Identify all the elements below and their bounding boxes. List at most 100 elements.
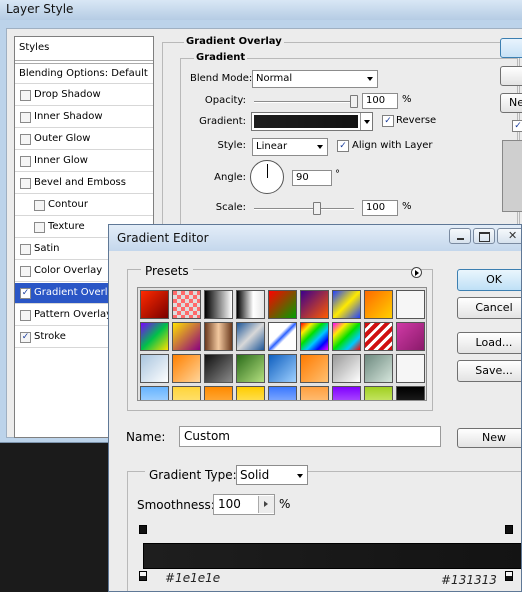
checkbox[interactable] <box>34 222 45 233</box>
opacity-slider-thumb[interactable] <box>350 95 358 108</box>
checkbox[interactable] <box>20 156 31 167</box>
angle-dial[interactable] <box>250 160 284 194</box>
new-style-label: Ne <box>509 96 522 109</box>
angle-input[interactable]: 90 <box>292 170 332 186</box>
color-stop-left[interactable] <box>139 571 147 581</box>
preset-swatch[interactable] <box>204 386 233 400</box>
preset-swatch[interactable] <box>396 386 425 400</box>
cancel-button[interactable]: Cancel <box>457 297 521 319</box>
preset-swatch[interactable] <box>140 386 169 400</box>
scale-slider[interactable] <box>254 208 354 210</box>
preset-swatch[interactable] <box>268 290 297 319</box>
color-stop-right[interactable] <box>505 571 513 581</box>
preset-swatch[interactable] <box>140 290 169 319</box>
preset-swatch[interactable] <box>236 322 265 351</box>
opacity-stop-right[interactable] <box>505 525 513 534</box>
preset-swatch[interactable] <box>300 290 329 319</box>
new-style-button[interactable]: Ne <box>500 93 522 113</box>
preset-swatch[interactable] <box>204 354 233 383</box>
preset-swatch[interactable] <box>140 322 169 351</box>
preset-swatch[interactable] <box>396 290 425 319</box>
preset-swatch[interactable] <box>300 354 329 383</box>
checkbox[interactable] <box>20 244 31 255</box>
preset-swatch[interactable] <box>364 322 393 351</box>
checkbox[interactable] <box>20 90 31 101</box>
cancel-button[interactable] <box>500 66 522 86</box>
sidebar-item-contour[interactable]: Contour <box>15 195 153 216</box>
gradient-type-select[interactable]: Solid <box>236 465 308 485</box>
sidebar-item-outer-glow[interactable]: Outer Glow <box>15 129 153 150</box>
gradient-picker-dropdown[interactable] <box>360 113 373 130</box>
preset-swatch[interactable] <box>364 290 393 319</box>
close-icon[interactable]: ✕ <box>497 228 521 244</box>
color-stop-right-label: #131313 <box>441 573 497 587</box>
preset-swatch[interactable] <box>300 386 329 400</box>
opacity-input[interactable]: 100 <box>362 93 398 109</box>
ok-button[interactable] <box>500 38 522 58</box>
minimize-icon[interactable] <box>449 228 471 244</box>
smoothness-input[interactable]: 100 <box>213 494 275 515</box>
checkbox[interactable] <box>20 310 31 321</box>
checkbox[interactable] <box>20 112 31 123</box>
presets-menu-button[interactable] <box>411 267 422 278</box>
ok-button[interactable]: OK <box>457 269 521 291</box>
align-with-layer-checkbox[interactable]: ✓ <box>337 140 349 152</box>
checkbox-checked[interactable]: ✓ <box>20 332 31 343</box>
new-button[interactable]: New <box>457 428 521 448</box>
sidebar-item-label: Contour <box>48 199 88 210</box>
gradient-name-input[interactable]: Custom <box>179 426 441 447</box>
preset-swatch[interactable] <box>332 290 361 319</box>
checkbox[interactable] <box>20 266 31 277</box>
checkbox-checked[interactable]: ✓ <box>20 288 31 299</box>
preset-swatch[interactable] <box>268 354 297 383</box>
reverse-checkbox[interactable]: ✓ <box>382 115 394 127</box>
gradient-editor-titlebar[interactable]: Gradient Editor ✕ <box>109 225 521 251</box>
layer-style-titlebar[interactable]: Layer Style <box>0 0 522 20</box>
sidebar-item-blending-options[interactable]: Blending Options: Default <box>15 63 153 84</box>
load-button[interactable]: Load... <box>457 332 521 354</box>
opacity-slider[interactable] <box>254 101 354 103</box>
scale-slider-thumb[interactable] <box>313 202 321 215</box>
preview-checkbox[interactable]: ✓ <box>512 120 522 132</box>
opacity-stop-left[interactable] <box>139 525 147 534</box>
scale-input[interactable]: 100 <box>362 200 398 216</box>
checkbox[interactable] <box>20 178 31 189</box>
sidebar-item-label: Drop Shadow <box>34 89 101 100</box>
sidebar-item-inner-glow[interactable]: Inner Glow <box>15 151 153 172</box>
preset-swatch[interactable] <box>268 322 297 351</box>
preset-swatch[interactable] <box>268 386 297 400</box>
preset-swatch[interactable] <box>236 386 265 400</box>
preset-swatch[interactable] <box>364 386 393 400</box>
preset-swatch[interactable] <box>332 322 361 351</box>
preset-swatch[interactable] <box>332 354 361 383</box>
preset-swatch[interactable] <box>396 322 425 351</box>
preset-swatch[interactable] <box>332 386 361 400</box>
preset-swatch[interactable] <box>300 322 329 351</box>
preset-swatch[interactable] <box>172 290 201 319</box>
gradient-picker[interactable] <box>251 112 373 131</box>
gradient-bar[interactable] <box>143 543 521 569</box>
preset-swatch[interactable] <box>172 354 201 383</box>
preset-swatch[interactable] <box>172 386 201 400</box>
save-button[interactable]: Save... <box>457 360 521 382</box>
smoothness-stepper[interactable] <box>258 496 274 513</box>
preset-swatch[interactable] <box>396 354 425 383</box>
preset-swatch[interactable] <box>236 290 265 319</box>
sidebar-item-label: Color Overlay <box>34 265 103 276</box>
preset-swatch[interactable] <box>204 322 233 351</box>
checkbox[interactable] <box>34 200 45 211</box>
preset-swatch[interactable] <box>364 354 393 383</box>
sidebar-item-inner-shadow[interactable]: Inner Shadow <box>15 107 153 128</box>
preset-swatch[interactable] <box>204 290 233 319</box>
preset-swatch[interactable] <box>140 354 169 383</box>
style-select[interactable]: Linear <box>252 138 328 156</box>
preset-swatch[interactable] <box>236 354 265 383</box>
sidebar-item-drop-shadow[interactable]: Drop Shadow <box>15 85 153 106</box>
checkbox[interactable] <box>20 134 31 145</box>
styles-header[interactable]: Styles <box>15 37 153 61</box>
blend-mode-select[interactable]: Normal <box>252 70 378 88</box>
maximize-icon[interactable] <box>473 228 495 244</box>
sidebar-item-bevel-emboss[interactable]: Bevel and Emboss <box>15 173 153 194</box>
gradient-preview[interactable] <box>254 115 358 128</box>
preset-swatch[interactable] <box>172 322 201 351</box>
